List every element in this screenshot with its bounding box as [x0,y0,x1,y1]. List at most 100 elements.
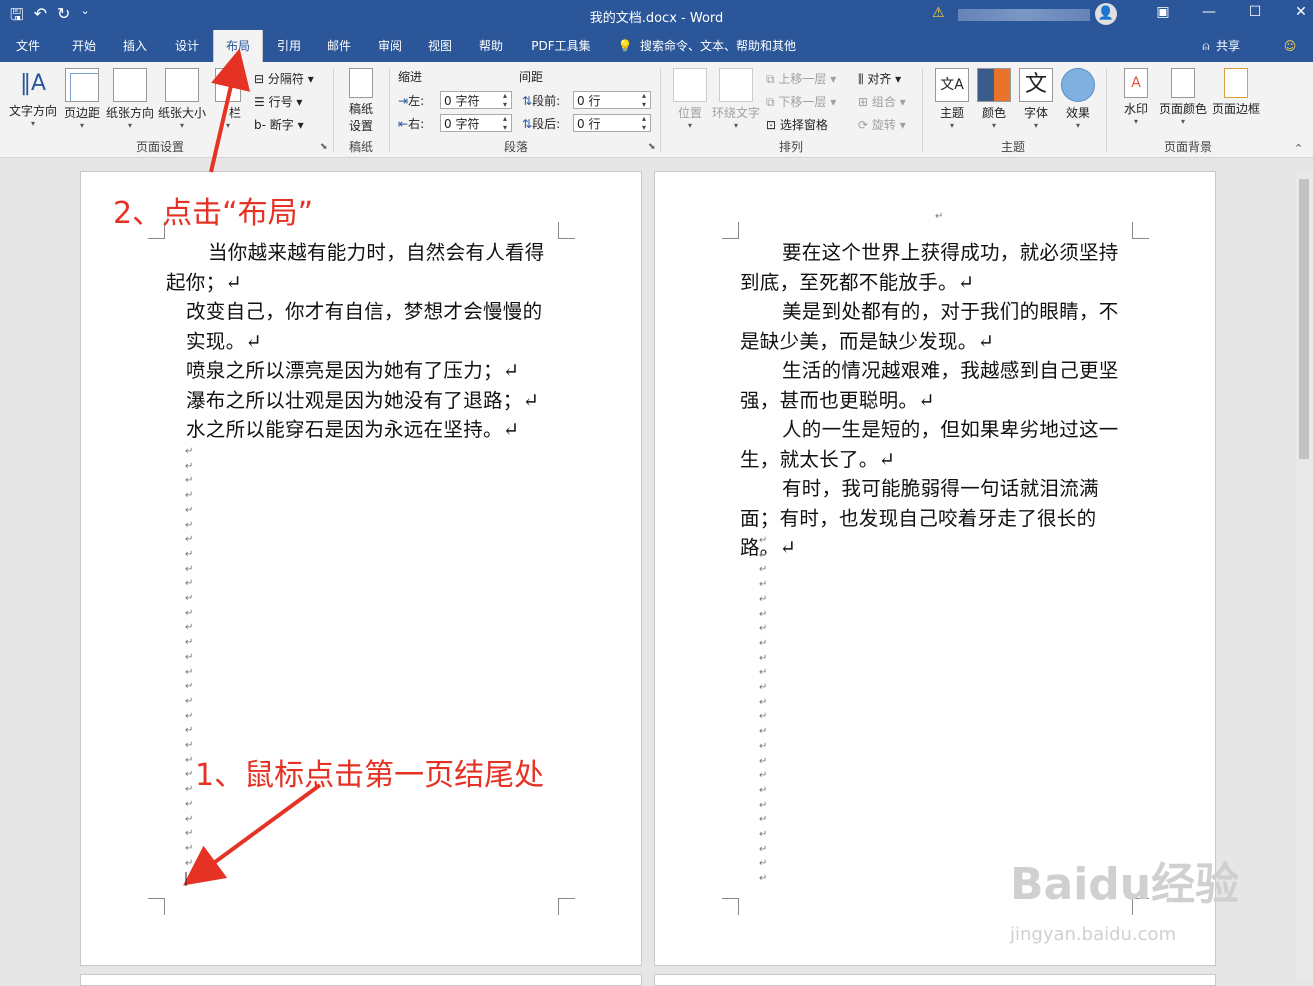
page-2-text[interactable]: 要在这个世界上获得成功，就必须坚持到底，至死都不能放手。↵ 美是到处都有的，对于… [740,238,1135,563]
paragraph-launcher-icon[interactable]: ⬊ [648,142,656,152]
avatar[interactable]: 👤 [1095,3,1117,25]
paragraph[interactable]: 当你越来越有能力时，自然会有人看得起你；↵ [166,238,561,297]
paragraph-mark: ↵ [759,711,768,723]
tab-review[interactable]: 审阅 [367,30,413,62]
annotation-step-1: 1、鼠标点击第一页结尾处 [195,758,545,793]
spacing-before-input[interactable]: 0 行 [573,91,651,109]
line-numbers-button[interactable]: ☰ 行号 ▾ [254,93,302,110]
paragraph[interactable]: 有时，我可能脆弱得一句话就泪流满面；有时，也发现自己咬着牙走了很长的路。↵ [740,474,1135,563]
indent-right-input[interactable]: 0 字符 [440,114,512,132]
effects-button[interactable]: 效果 ▾ [1058,68,1098,130]
tell-me-search[interactable]: 搜索命令、文本、帮助和其他 [640,30,808,62]
fonts-button[interactable]: 文 字体 ▾ [1016,68,1056,130]
page-borders-button[interactable]: 页面边框 [1210,68,1262,117]
tab-help[interactable]: 帮助 [468,30,514,62]
empty-paragraph-marks[interactable]: ↵ ↵ ↵ ↵ ↵ ↵ ↵ ↵ ↵ ↵ ↵ ↵ ↵ ↵ ↵ ↵ ↵ ↵ ↵ ↵ ↵ ↵ ↵ ↵ [759,534,767,887]
paragraph-mark: ↵ [185,548,194,560]
wrap-text-icon [719,68,753,102]
paragraph[interactable]: 美是到处都有的，对于我们的眼睛，不是缺少美，而是缺少发现。↵ [740,297,1135,356]
paragraph-mark: ↵ [759,623,768,635]
margins-label: 页边距 [63,106,100,120]
columns-button[interactable]: 栏 ▾ [210,68,246,130]
smiley-feedback-icon[interactable]: ☺ [1278,30,1302,62]
paragraph[interactable]: 瀑布之所以壮观是因为她没有了退路；↵ [166,386,561,416]
paragraph-mark: ↵ [185,578,194,590]
warning-icon[interactable]: ⚠ [932,5,945,21]
spacing-after-input[interactable]: 0 行 [573,114,651,132]
tab-pdf-tools[interactable]: PDF工具集 [520,30,602,62]
page-color-label: 页面颜色 [1158,102,1207,116]
wrap-text-label: 环绕文字 [711,106,760,120]
selection-pane-button[interactable]: ⊡ 选择窗格 [766,116,828,133]
margins-button[interactable]: 页边距 ▾ [60,68,104,130]
rotate-button[interactable]: ⟳ 旋转 ▾ [858,116,906,133]
document-page-2[interactable]: ↵ 要在这个世界上获得成功，就必须坚持到底，至死都不能放手。↵ 美是到处都有的，… [654,171,1216,966]
page-setup-launcher-icon[interactable]: ⬊ [320,142,328,152]
maximize-button[interactable]: ☐ [1232,4,1278,20]
paragraph-mark: ↵ [759,784,768,796]
text-direction-button[interactable]: ‖A 文字方向 ▾ [8,68,58,128]
group-separator [389,68,390,152]
vertical-scrollbar[interactable] [1296,171,1313,979]
indent-right-label: ⇤右: [398,117,425,131]
paragraph-mark: ↵ [185,842,194,854]
fonts-icon: 文 [1019,68,1053,102]
align-button[interactable]: ⫼ 对齐 ▾ [858,70,901,87]
paragraph-mark: ↵ [759,608,768,620]
paragraph-mark: ↵ [185,813,194,825]
paragraph[interactable]: 改变自己，你才有自信，梦想才会慢慢的实现。↵ [166,297,561,356]
tab-file[interactable]: 文件 [6,30,50,62]
empty-paragraph-marks[interactable]: ↵ ↵ ↵ ↵ ↵ ↵ ↵ ↵ ↵ ↵ ↵ ↵ ↵ ↵ ↵ ↵ ↵ ↵ ↵ ↵ ↵ ↵ ↵ ↵ ↵ ↵ ↵ ↵ ↵ [185,445,193,871]
send-backward-button[interactable]: ⧉ 下移一层 ▾ [766,93,836,110]
paragraph-mark: ↵ [759,564,768,576]
paragraph-mark: ↵ [759,726,768,738]
tab-home[interactable]: 开始 [60,30,108,62]
tab-insert[interactable]: 插入 [112,30,158,62]
orientation-button[interactable]: 纸张方向 ▾ [104,68,156,130]
page-1-text[interactable]: 当你越来越有能力时，自然会有人看得起你；↵ 改变自己，你才有自信，梦想才会慢慢的… [166,238,561,445]
align-icon: ⫼ [858,72,868,86]
scrollbar-thumb[interactable] [1299,179,1309,459]
minimize-button[interactable]: — [1186,4,1232,20]
share-button[interactable]: 共享 [1216,30,1250,62]
paragraph-mark: ↵ [185,563,194,575]
paragraph[interactable]: 水之所以能穿石是因为永远在坚持。↵ [166,415,561,445]
breaks-label: 分隔符 [267,72,304,86]
paragraph[interactable]: 人的一生是短的，但如果卑劣地过这一生，就太长了。↵ [740,415,1135,474]
watermark-button[interactable]: A 水印 ▾ [1116,68,1156,126]
bring-forward-button[interactable]: ⧉ 上移一层 ▾ [766,70,836,87]
document-page-1[interactable]: 当你越来越有能力时，自然会有人看得起你；↵ 改变自己，你才有自信，梦想才会慢慢的… [80,171,642,966]
page-color-button[interactable]: 页面颜色 ▾ [1158,68,1208,126]
spacing-after-label: ⇅段后: [522,117,561,131]
baidu-watermark: Baidu经验 [1010,859,1240,910]
paragraph-mark: ↵ [185,857,194,869]
size-button[interactable]: 纸张大小 ▾ [156,68,208,130]
wrap-text-button[interactable]: 环绕文字 ▾ [710,68,762,130]
paragraph[interactable]: 喷泉之所以漂亮是因为她有了压力；↵ [166,356,561,386]
themes-button[interactable]: 文A 主题 ▾ [932,68,972,130]
manuscript-settings-button[interactable]: 稿纸 设置 [340,68,382,134]
close-button[interactable]: ✕ [1278,4,1313,20]
hyphenation-label: 断字 [269,118,294,132]
paragraph-mark: ↵ [759,535,768,546]
paragraph[interactable]: 生活的情况越艰难，我越感到自己更坚强，甚而也更聪明。↵ [740,356,1135,415]
colors-button[interactable]: 颜色 ▾ [974,68,1014,130]
position-button[interactable]: 位置 ▾ [670,68,710,130]
hyphenation-button[interactable]: b‑ 断字 ▾ [254,116,304,133]
ribbon-display-options-icon[interactable]: ▣ [1140,4,1186,20]
collapse-ribbon-icon[interactable]: ⌃ [1294,142,1303,155]
tab-mailings[interactable]: 邮件 [316,30,362,62]
tab-references[interactable]: 引用 [266,30,312,62]
paragraph-mark: ↵ [759,873,768,885]
paragraph-mark: ↵ [759,652,768,664]
paragraph[interactable]: 要在这个世界上获得成功，就必须坚持到底，至死都不能放手。↵ [740,238,1135,297]
breaks-icon: ⊟ [254,72,268,86]
tab-design[interactable]: 设计 [164,30,210,62]
columns-icon [215,68,241,102]
tab-layout[interactable]: 布局 [213,30,263,62]
group-objects-button[interactable]: ⊞ 组合 ▾ [858,93,906,110]
indent-left-input[interactable]: 0 字符 [440,91,512,109]
breaks-button[interactable]: ⊟ 分隔符 ▾ [254,70,314,87]
tab-view[interactable]: 视图 [417,30,463,62]
window-controls: ▣ — ☐ ✕ [1140,4,1313,20]
